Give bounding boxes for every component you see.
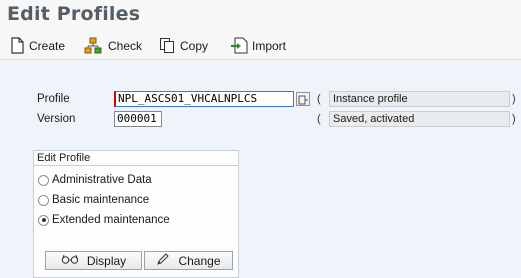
create-document-icon: [10, 37, 25, 54]
edit-profile-title: Edit Profile: [34, 151, 238, 166]
change-button[interactable]: Change: [144, 251, 233, 270]
radio-extended-maintenance[interactable]: Extended maintenance: [38, 214, 170, 226]
display-button[interactable]: Display: [45, 251, 142, 270]
radio-label: Basic maintenance: [52, 194, 150, 206]
profile-input[interactable]: NPL_ASCS01_VHCALNPLCS: [114, 91, 294, 107]
version-input[interactable]: 000001: [114, 111, 162, 127]
create-button[interactable]: Create: [10, 35, 65, 56]
change-pencil-icon: [156, 252, 170, 269]
close-paren: ): [512, 93, 516, 105]
radio-button[interactable]: [38, 214, 49, 226]
radio-administrative-data[interactable]: Administrative Data: [38, 174, 152, 186]
page-title: Edit Profiles: [7, 3, 141, 25]
display-label: Display: [86, 253, 127, 268]
application-toolbar: Create Check Copy Import: [0, 30, 521, 60]
open-paren: (: [317, 93, 321, 105]
value-help-button[interactable]: [296, 92, 310, 106]
copy-icon: [159, 37, 176, 54]
title-bar: Edit Profiles: [0, 0, 521, 30]
copy-label: Copy: [180, 38, 209, 53]
value-help-icon: [297, 93, 309, 110]
open-paren: (: [317, 113, 321, 125]
version-label: Version: [37, 113, 76, 125]
radio-button[interactable]: [38, 194, 49, 206]
import-icon: [230, 37, 248, 54]
import-button[interactable]: Import: [230, 35, 286, 56]
check-button[interactable]: Check: [84, 35, 142, 56]
radio-basic-maintenance[interactable]: Basic maintenance: [38, 194, 149, 206]
import-label: Import: [252, 38, 287, 53]
profile-type-field: Instance profile: [329, 91, 510, 107]
profile-label: Profile: [37, 93, 70, 105]
close-paren: ): [512, 113, 516, 125]
radio-label: Extended maintenance: [52, 214, 170, 226]
radio-label: Administrative Data: [52, 174, 152, 186]
version-status-field: Saved, activated: [329, 111, 510, 127]
create-label: Create: [29, 38, 66, 53]
check-hierarchy-icon: [84, 37, 104, 55]
edit-profile-group: Edit Profile Administrative Data Basic m…: [33, 150, 239, 278]
change-label: Change: [178, 253, 221, 268]
check-label: Check: [108, 38, 143, 53]
radio-button[interactable]: [38, 174, 49, 186]
copy-button[interactable]: Copy: [159, 35, 208, 56]
display-glasses-icon: [61, 253, 79, 268]
